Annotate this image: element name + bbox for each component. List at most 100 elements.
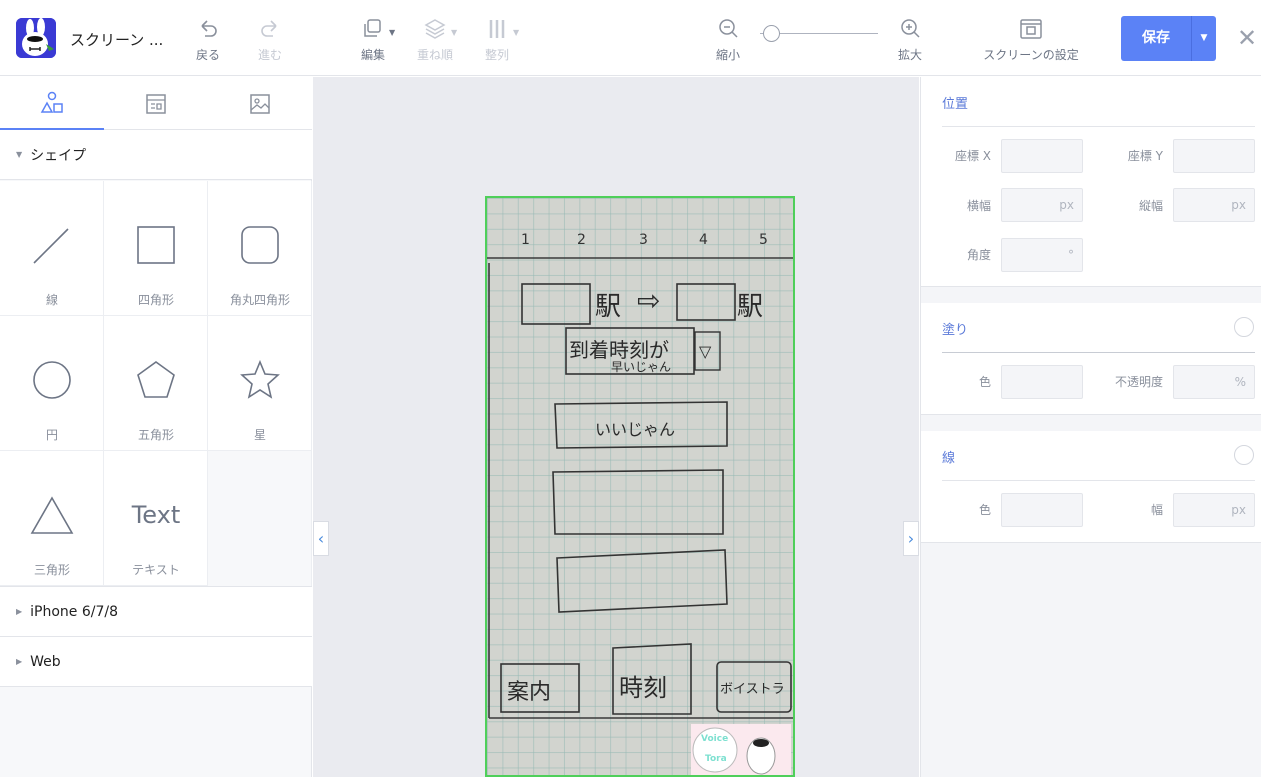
image-icon (250, 93, 270, 114)
shapes-icon (40, 91, 63, 113)
align-label: 整列 (484, 48, 509, 62)
position-section: 位置 座標 X 座標 Y 横幅 px 縦幅 px 角度 ° (921, 77, 1261, 287)
dropdown-mark: ▽ (699, 342, 712, 361)
shape-label: テキスト (132, 563, 180, 577)
undo-button[interactable]: 戻る (178, 14, 238, 63)
stroke-width-input[interactable]: px (1173, 493, 1255, 527)
shape-label: 円 (45, 428, 58, 442)
close-icon[interactable]: ✕ (1236, 24, 1258, 52)
chevron-right-icon: ▶ (16, 607, 23, 616)
opacity-label: 不透明度 (1114, 375, 1163, 389)
web-section-header[interactable]: ▶ Web (0, 637, 312, 687)
app-logo-icon[interactable] (16, 18, 56, 58)
shape-rounded-rectangle[interactable]: 角丸四角形 (208, 181, 312, 316)
stroke-toggle[interactable] (1234, 445, 1254, 465)
order-label: 重ね順 (416, 48, 453, 62)
opacity-input[interactable]: % (1173, 365, 1255, 399)
top-toolbar: スクリーン ... 戻る 進む ▼ 編集 ▼ 重ね順 ▼ 整列 縮小 拡大 スク… (0, 0, 1261, 76)
zoom-out-icon (698, 14, 758, 44)
angle-input[interactable]: ° (1001, 238, 1083, 272)
tab-images[interactable] (208, 77, 312, 130)
empty-cell (208, 451, 312, 586)
shape-label: 四角形 (137, 293, 174, 307)
divider (942, 352, 1255, 353)
fill-color-input[interactable] (1001, 365, 1083, 399)
height-input[interactable]: px (1173, 188, 1255, 222)
stroke-width-label: 幅 (1150, 503, 1163, 517)
column-number: 4 (699, 232, 708, 248)
shape-text[interactable]: Text テキスト (104, 451, 208, 586)
shape-triangle[interactable]: 三角形 (0, 451, 104, 586)
shape-label: 線 (45, 293, 58, 307)
stroke-color-input[interactable] (1001, 493, 1083, 527)
chevron-down-icon: ▼ (16, 150, 23, 159)
shape-pentagon[interactable]: 五角形 (104, 316, 208, 451)
tab-shapes[interactable] (0, 77, 104, 130)
x-label: 座標 X (954, 149, 991, 163)
text-preview: Text (131, 501, 181, 529)
screen-title[interactable]: スクリーン ... (70, 29, 163, 50)
order-menu-button[interactable]: ▼ 重ね順 (405, 14, 465, 63)
rectangle-icon (137, 226, 175, 264)
zoom-slider-handle[interactable] (763, 25, 781, 42)
fill-color-label: 色 (978, 375, 991, 389)
zoom-in-button[interactable]: 拡大 (880, 14, 940, 63)
chevron-left-icon: ‹ (317, 529, 325, 548)
redo-button[interactable]: 進む (240, 14, 300, 63)
fill-toggle[interactable] (1234, 317, 1254, 337)
tab-components[interactable] (104, 77, 208, 130)
shapes-section-title: シェイプ (30, 147, 87, 164)
field-text: いいじゃん (595, 420, 676, 439)
width-label: 横幅 (966, 199, 991, 213)
left-panel: ▼ シェイプ 線 四角形 角丸四角形 円 五角形 星 三角形 Text テキスト… (0, 77, 312, 777)
shape-rectangle[interactable]: 四角形 (104, 181, 208, 316)
station-label: 駅 (595, 292, 622, 322)
sticker-text: Tora (705, 754, 727, 764)
shape-label: 星 (253, 428, 266, 442)
chevron-down-icon: ▼ (389, 28, 396, 37)
zoom-in-label: 拡大 (897, 48, 922, 62)
shape-star[interactable]: 星 (208, 316, 312, 451)
align-menu-button[interactable]: ▼ 整列 (467, 14, 527, 63)
screen-settings-label: スクリーンの設定 (983, 48, 1079, 62)
edit-label: 編集 (360, 48, 385, 62)
shape-circle[interactable]: 円 (0, 316, 104, 451)
pentagon-icon (137, 361, 175, 398)
arrival-button-sublabel: 早いじゃん (611, 360, 672, 374)
shapes-section-header[interactable]: ▼ シェイプ (0, 130, 312, 180)
line-icon (33, 228, 69, 264)
divider (942, 126, 1255, 127)
x-input[interactable] (1001, 139, 1083, 173)
triangle-icon (30, 496, 74, 534)
shape-label: 角丸四角形 (229, 293, 290, 307)
save-options-button[interactable]: ▼ (1191, 16, 1216, 61)
zoom-in-icon (880, 14, 940, 44)
column-number: 3 (639, 232, 648, 248)
zoom-out-button[interactable]: 縮小 (698, 14, 758, 63)
collapse-left-panel-button[interactable]: ‹ (313, 521, 329, 556)
save-button[interactable]: 保存 (1121, 16, 1191, 61)
star-icon (240, 359, 280, 399)
rounded-rectangle-icon (241, 226, 279, 264)
nav-item-timetable: 時刻 (619, 674, 667, 702)
sketch-image[interactable]: 1 2 3 4 5 駅 ⇨ 駅 到着時刻が 早いじゃん ▽ いいじゃん 案内 時… (485, 196, 795, 777)
redo-icon (240, 14, 300, 44)
web-section-title: Web (30, 653, 61, 670)
stroke-color-label: 色 (978, 503, 991, 517)
shape-line[interactable]: 線 (0, 181, 104, 316)
chevron-down-icon: ▼ (513, 28, 520, 37)
shape-label: 五角形 (137, 428, 174, 442)
screen-settings-button[interactable]: スクリーンの設定 (976, 14, 1086, 63)
iphone-section-title: iPhone 6/7/8 (30, 603, 119, 620)
iphone-section-header[interactable]: ▶ iPhone 6/7/8 (0, 587, 312, 637)
panel-tabs (0, 77, 312, 130)
y-input[interactable] (1173, 139, 1255, 173)
edit-menu-button[interactable]: ▼ 編集 (343, 14, 403, 63)
width-input[interactable]: px (1001, 188, 1083, 222)
properties-panel: 位置 座標 X 座標 Y 横幅 px 縦幅 px 角度 ° 塗り 色 不透明度 … (920, 77, 1261, 777)
undo-icon (178, 14, 238, 44)
collapse-right-panel-button[interactable]: › (903, 521, 919, 556)
fill-title: 塗り (942, 323, 969, 338)
stroke-section: 線 色 幅 px (921, 431, 1261, 543)
column-numbers: 1 2 3 4 5 (487, 232, 793, 252)
